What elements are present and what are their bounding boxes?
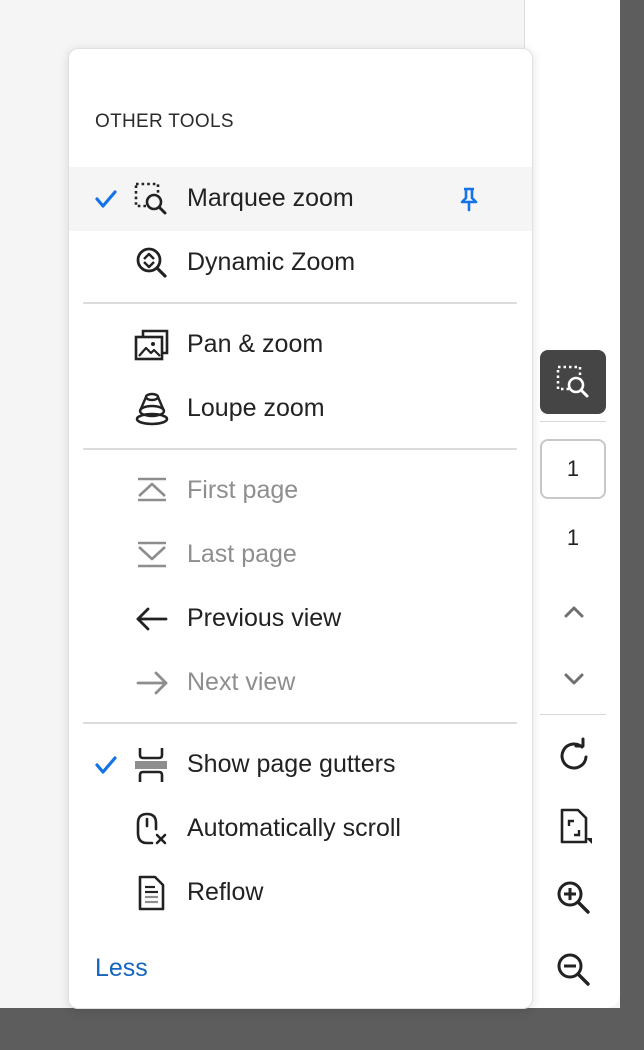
last-page-icon (138, 541, 166, 568)
right-toolbar (525, 0, 620, 1008)
menu-item-marquee-zoom[interactable]: Marquee zoom (69, 167, 532, 231)
less-link[interactable]: Less (95, 954, 148, 983)
menu-item-label: Automatically scroll (187, 814, 401, 842)
marquee-zoom-icon (134, 182, 167, 215)
toolbar-divider (540, 421, 606, 422)
section-heading: OTHER TOOLS (95, 111, 234, 132)
menu-item-label: First page (187, 476, 299, 504)
page-total: 1 (566, 525, 580, 550)
menu-item-label: Next view (187, 668, 296, 696)
menu-item-label: Last page (187, 540, 297, 568)
menu-item-label: Pan & zoom (187, 330, 324, 358)
rotate-icon[interactable] (552, 733, 596, 777)
menu-divider (83, 722, 517, 724)
marquee-zoom-icon (556, 365, 589, 398)
menu-item-label: Dynamic Zoom (187, 248, 356, 276)
window-background-bottom (0, 1008, 644, 1050)
checkmark-icon (95, 756, 117, 774)
chevron-up-icon[interactable] (552, 590, 596, 634)
pin-icon[interactable] (457, 186, 481, 212)
window-background (620, 0, 644, 1050)
arrow-left-icon (136, 607, 168, 631)
menu-item-last-page[interactable]: Last page (69, 523, 532, 587)
menu-item-loupe-zoom[interactable]: Loupe zoom (69, 377, 532, 441)
toolbar-divider (540, 714, 606, 715)
menu-item-label: Marquee zoom (187, 184, 354, 212)
dynamic-zoom-icon (136, 247, 167, 278)
pan-zoom-icon (134, 329, 169, 361)
zoom-in-icon[interactable] (552, 876, 596, 920)
loupe-zoom-icon (135, 392, 169, 426)
menu-item-next-view[interactable]: Next view (69, 651, 532, 715)
menu-divider (83, 302, 517, 304)
menu-item-label: Reflow (187, 878, 264, 906)
page-number-input[interactable] (540, 439, 606, 499)
menu-item-previous-view[interactable]: Previous view (69, 587, 532, 651)
marquee-zoom-tool-button[interactable] (540, 350, 606, 414)
menu-item-label: Previous view (187, 604, 342, 632)
first-page-icon (138, 477, 166, 502)
menu-item-dynamic-zoom[interactable]: Dynamic Zoom (69, 231, 532, 295)
menu-item-first-page[interactable]: First page (69, 459, 532, 523)
other-tools-menu: OTHER TOOLS Marquee zoom Dynamic Zoom Pa… (68, 48, 533, 1009)
checkmark-icon (95, 190, 117, 208)
menu-divider (83, 448, 517, 450)
zoom-out-icon[interactable] (552, 948, 596, 992)
page-gutters-icon (135, 748, 167, 782)
menu-item-pan-zoom[interactable]: Pan & zoom (69, 313, 532, 377)
menu-item-label: Show page gutters (187, 750, 396, 778)
fit-page-icon[interactable] (552, 804, 596, 848)
auto-scroll-icon (136, 812, 167, 845)
chevron-down-icon[interactable] (552, 657, 596, 701)
menu-item-reflow[interactable]: Reflow (69, 861, 532, 925)
menu-item-show-page-gutters[interactable]: Show page gutters (69, 733, 532, 797)
reflow-icon (138, 875, 165, 911)
menu-item-automatically-scroll[interactable]: Automatically scroll (69, 797, 532, 861)
menu-item-label: Loupe zoom (187, 394, 325, 422)
arrow-right-icon (136, 671, 168, 695)
